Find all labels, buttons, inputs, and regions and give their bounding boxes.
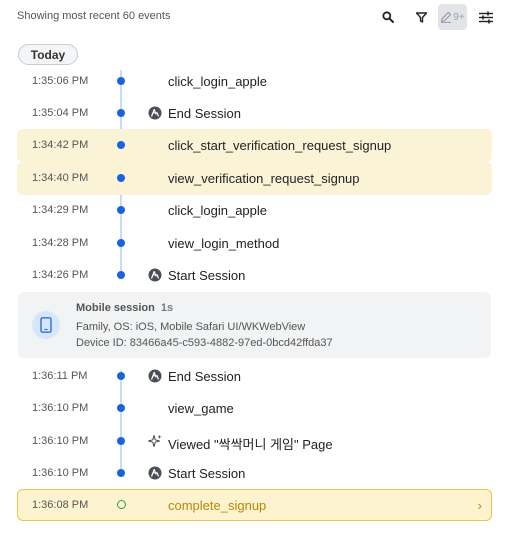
timeline-dot [117, 77, 125, 85]
session-icon [148, 369, 162, 383]
timeline-dot [117, 141, 125, 149]
timeline-dot [117, 206, 125, 214]
settings-button[interactable] [472, 4, 500, 30]
session-card[interactable]: Mobile session 1s Family, OS: iOS, Mobile… [18, 292, 491, 358]
event-row[interactable]: 1:36:10 PM Viewed "싹싹머니 게임" Page [17, 425, 492, 458]
events-summary: Showing most recent 60 events [17, 10, 171, 22]
event-name: End Session [168, 369, 241, 384]
today-date-pill: Today [18, 44, 78, 65]
session-duration: 1s [160, 302, 174, 314]
timeline-dot [117, 469, 125, 477]
event-time: 1:36:10 PM [32, 467, 89, 479]
event-name: view_verification_request_signup [168, 171, 360, 186]
event-row[interactable]: 1:35:04 PM End Session [17, 97, 492, 130]
event-row[interactable]: 1:36:11 PM End Session [17, 360, 492, 393]
event-time: 1:34:28 PM [32, 237, 89, 249]
event-time: 1:36:10 PM [32, 402, 89, 414]
timeline-dot [117, 404, 125, 412]
event-name: click_start_verification_request_signup [168, 138, 392, 153]
event-row[interactable]: 1:36:10 PM Start Session [17, 457, 492, 490]
session-type: Mobile session [76, 302, 155, 314]
event-name: click_login_apple [168, 74, 268, 89]
mobile-phone-icon [40, 317, 52, 333]
event-row-highlighted[interactable]: 1:34:40 PM view_verification_request_sig… [17, 162, 492, 195]
event-name: Start Session [168, 268, 246, 283]
event-name: complete_signup [168, 498, 267, 513]
event-row-highlighted[interactable]: 1:34:42 PM click_start_verification_requ… [17, 129, 492, 162]
timeline-dot [117, 239, 125, 247]
event-time: 1:36:08 PM [32, 499, 89, 511]
event-name: view_login_method [168, 236, 280, 251]
event-row[interactable]: 1:34:28 PM view_login_method [17, 227, 492, 260]
session-platform: Family, OS: iOS, Mobile Safari UI/WKWebV… [76, 321, 306, 333]
timeline-dot-hollow [117, 500, 126, 509]
settings-sliders-icon [479, 11, 493, 23]
timeline-dot [117, 174, 125, 182]
mobile-device-avatar [32, 311, 60, 339]
event-time: 1:34:29 PM [32, 204, 89, 216]
edit-button[interactable]: 9+ [438, 4, 467, 30]
event-time: 1:34:40 PM [32, 172, 89, 184]
event-row[interactable]: 1:35:06 PM click_login_apple [17, 65, 492, 98]
event-row[interactable]: 1:34:26 PM Start Session [17, 259, 492, 292]
chevron-right-icon[interactable]: › [478, 498, 482, 513]
filter-icon [415, 11, 427, 23]
session-device-id: Device ID: 83466a45-c593-4882-97ed-0bcd4… [76, 337, 333, 349]
event-name: view_game [168, 401, 234, 416]
event-name: End Session [168, 106, 241, 121]
event-row-selected[interactable]: 1:36:08 PM complete_signup › [17, 489, 492, 521]
event-time: 1:34:42 PM [32, 139, 89, 151]
session-icon [148, 268, 162, 282]
event-row[interactable]: 1:34:29 PM click_login_apple [17, 194, 492, 227]
event-name: Viewed "싹싹머니 게임" Page [168, 437, 333, 452]
session-icon [148, 106, 162, 120]
filter-button[interactable] [407, 4, 435, 30]
events-header: Showing most recent 60 events 9+ [0, 0, 512, 34]
event-time: 1:35:06 PM [32, 75, 89, 87]
sparkle-icon [148, 434, 162, 447]
search-button[interactable] [374, 4, 402, 30]
event-name: Start Session [168, 466, 246, 481]
event-time: 1:36:10 PM [32, 435, 89, 447]
session-title: Mobile session 1s [76, 302, 173, 314]
timeline-dot [117, 271, 125, 279]
edit-count-badge: 9+ [453, 11, 465, 23]
event-time: 1:34:26 PM [32, 269, 89, 281]
timeline-dot [117, 437, 125, 445]
event-time: 1:36:11 PM [32, 370, 88, 382]
search-icon [382, 11, 394, 23]
edit-icon [441, 11, 452, 23]
event-time: 1:35:04 PM [32, 107, 89, 119]
timeline-dot [117, 372, 125, 380]
event-row[interactable]: 1:36:10 PM view_game [17, 392, 492, 425]
session-icon [148, 466, 162, 480]
timeline-dot [117, 109, 125, 117]
event-name: click_login_apple [168, 203, 268, 218]
